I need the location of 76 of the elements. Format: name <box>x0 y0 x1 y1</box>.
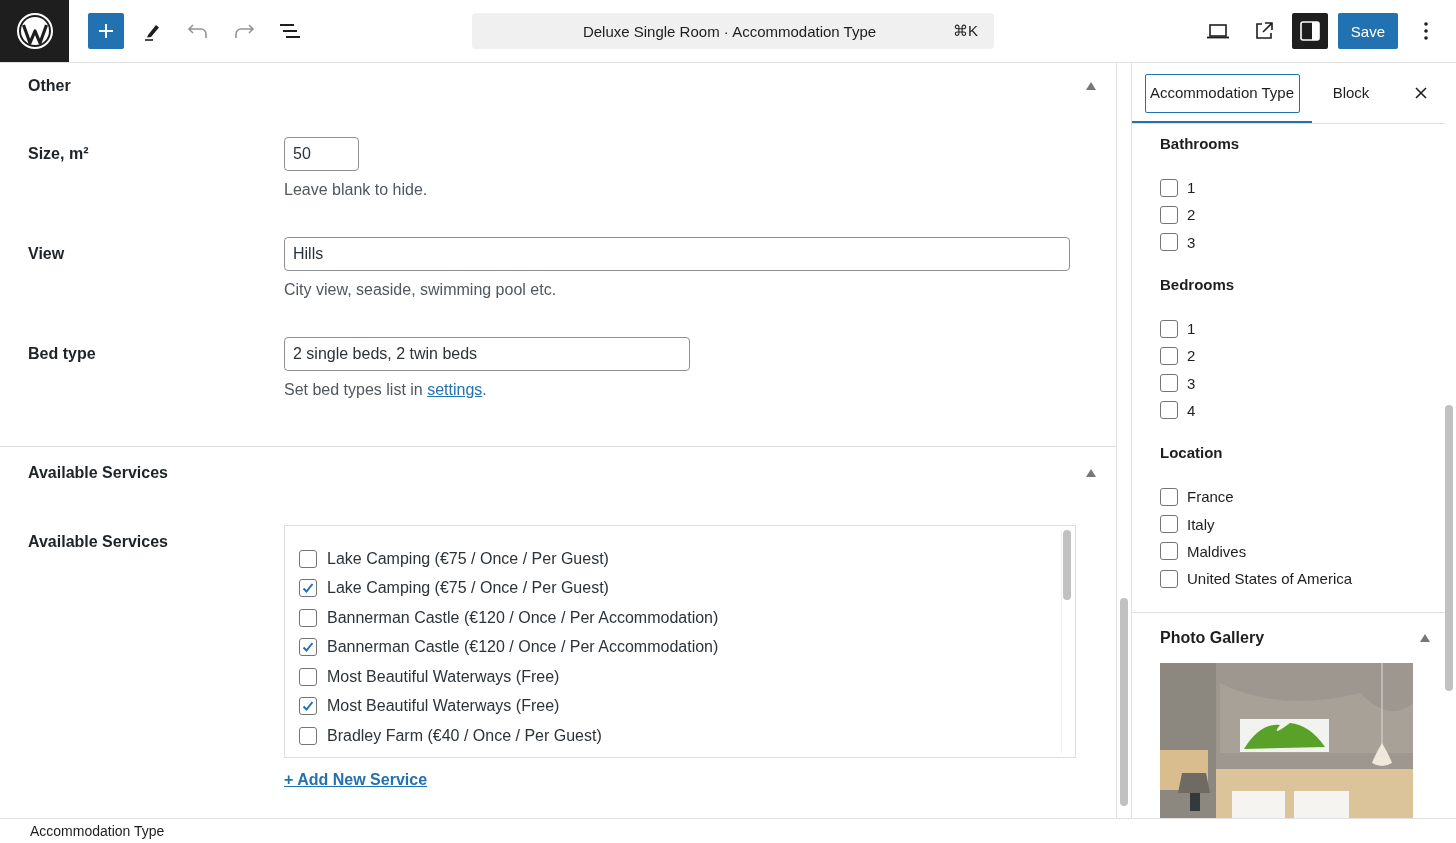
checkbox[interactable] <box>299 726 317 745</box>
collapse-caret-icon[interactable] <box>1420 634 1430 642</box>
field-label: Bed type <box>28 344 97 364</box>
more-vertical-icon <box>1424 21 1428 41</box>
service-label: Most Beautiful Waterways (Free) <box>327 697 560 716</box>
laptop-icon <box>1205 23 1230 39</box>
field-label: View <box>28 244 66 264</box>
field-label: Available Services <box>28 532 169 552</box>
service-label: Most Beautiful Waterways (Free) <box>327 667 560 686</box>
checkbox[interactable] <box>1160 569 1178 588</box>
field-label: Size, m² <box>28 144 90 164</box>
checkbox-label: Maldives <box>1187 542 1247 560</box>
checkbox[interactable] <box>299 638 317 657</box>
scrollbar[interactable] <box>1061 530 1072 753</box>
taxonomy-title: Bedrooms <box>1160 275 1236 294</box>
settings-link[interactable]: settings <box>427 381 483 398</box>
wordpress-logo-icon <box>15 12 54 50</box>
field-hint: City view, seaside, swimming pool etc. <box>284 280 557 300</box>
add-block-button[interactable] <box>88 13 124 49</box>
redo-icon <box>233 23 255 39</box>
checkbox-label: France <box>1187 488 1234 506</box>
checkbox[interactable] <box>299 608 317 627</box>
checkbox[interactable] <box>299 667 317 686</box>
checkbox[interactable] <box>299 549 317 568</box>
checkbox-label: United States of America <box>1187 570 1353 588</box>
command-palette-button[interactable]: Deluxe Single Room · Accommodation Type ⌘K <box>472 13 994 49</box>
sidebar-tab[interactable]: Block <box>1312 63 1390 123</box>
checkbox[interactable] <box>1160 233 1178 252</box>
section-title: Other <box>28 76 71 95</box>
undo-icon <box>187 23 209 39</box>
section-title: Available Services <box>28 464 168 482</box>
field-hint: Leave blank to hide. <box>284 180 428 200</box>
checkbox[interactable] <box>1160 205 1178 224</box>
field-hint: Set bed types list in settings. <box>284 380 487 400</box>
collapse-caret-icon[interactable] <box>1086 81 1096 90</box>
checkbox-label: 3 <box>1187 233 1196 251</box>
wordpress-logo[interactable] <box>0 0 69 62</box>
service-label: Bradley Farm (€40 / Once / Per Guest) <box>327 726 602 745</box>
checkbox[interactable] <box>1160 319 1178 338</box>
checkbox-label: 2 <box>1187 347 1196 365</box>
close-icon <box>1415 87 1427 99</box>
checkbox[interactable] <box>1160 178 1178 197</box>
text-field[interactable]: 2 single beds, 2 twin beds <box>284 337 690 371</box>
checkbox-label: Italy <box>1187 515 1215 533</box>
checkbox[interactable] <box>299 697 317 716</box>
panel-title: Photo Gallery <box>1160 629 1265 647</box>
checkbox[interactable] <box>1160 542 1178 561</box>
sidebar-icon <box>1298 20 1321 42</box>
save-button[interactable]: Save <box>1337 13 1398 49</box>
breadcrumb[interactable]: Accommodation Type <box>30 823 165 839</box>
checkbox[interactable] <box>1160 487 1178 506</box>
service-label: Lake Camping (€75 / Once / Per Guest) <box>327 579 609 598</box>
plus-icon <box>97 22 115 40</box>
list-view-icon <box>279 23 301 39</box>
external-link-icon <box>1253 21 1274 41</box>
checkbox-label: 2 <box>1187 206 1196 224</box>
add-service-link[interactable]: + Add New Service <box>284 771 428 789</box>
checkbox-label: 1 <box>1187 320 1196 338</box>
checkbox-label: 1 <box>1187 179 1196 197</box>
service-label: Bannerman Castle (€120 / Once / Per Accommodation) <box>327 608 719 627</box>
checkbox[interactable] <box>1160 515 1178 533</box>
settings-sidebar-button[interactable] <box>1291 13 1328 49</box>
checkbox-label: 4 <box>1187 401 1196 419</box>
checkbox-label: 3 <box>1187 374 1196 392</box>
scrollbar[interactable] <box>1116 63 1131 818</box>
taxonomy-title: Bathrooms <box>1160 135 1241 153</box>
checkbox[interactable] <box>1160 346 1178 365</box>
collapse-caret-icon[interactable] <box>1086 469 1096 477</box>
service-label: Lake Camping (€75 / Once / Per Guest) <box>327 549 609 568</box>
taxonomy-title: Location <box>1160 444 1224 463</box>
service-label: Bannerman Castle (€120 / Once / Per Accommodation) <box>327 638 719 657</box>
text-field[interactable]: 50 <box>284 137 359 171</box>
text-field[interactable]: Hills <box>284 237 1070 271</box>
checkbox[interactable] <box>1160 401 1178 420</box>
checkbox[interactable] <box>1160 374 1178 393</box>
checkbox[interactable] <box>299 579 317 598</box>
